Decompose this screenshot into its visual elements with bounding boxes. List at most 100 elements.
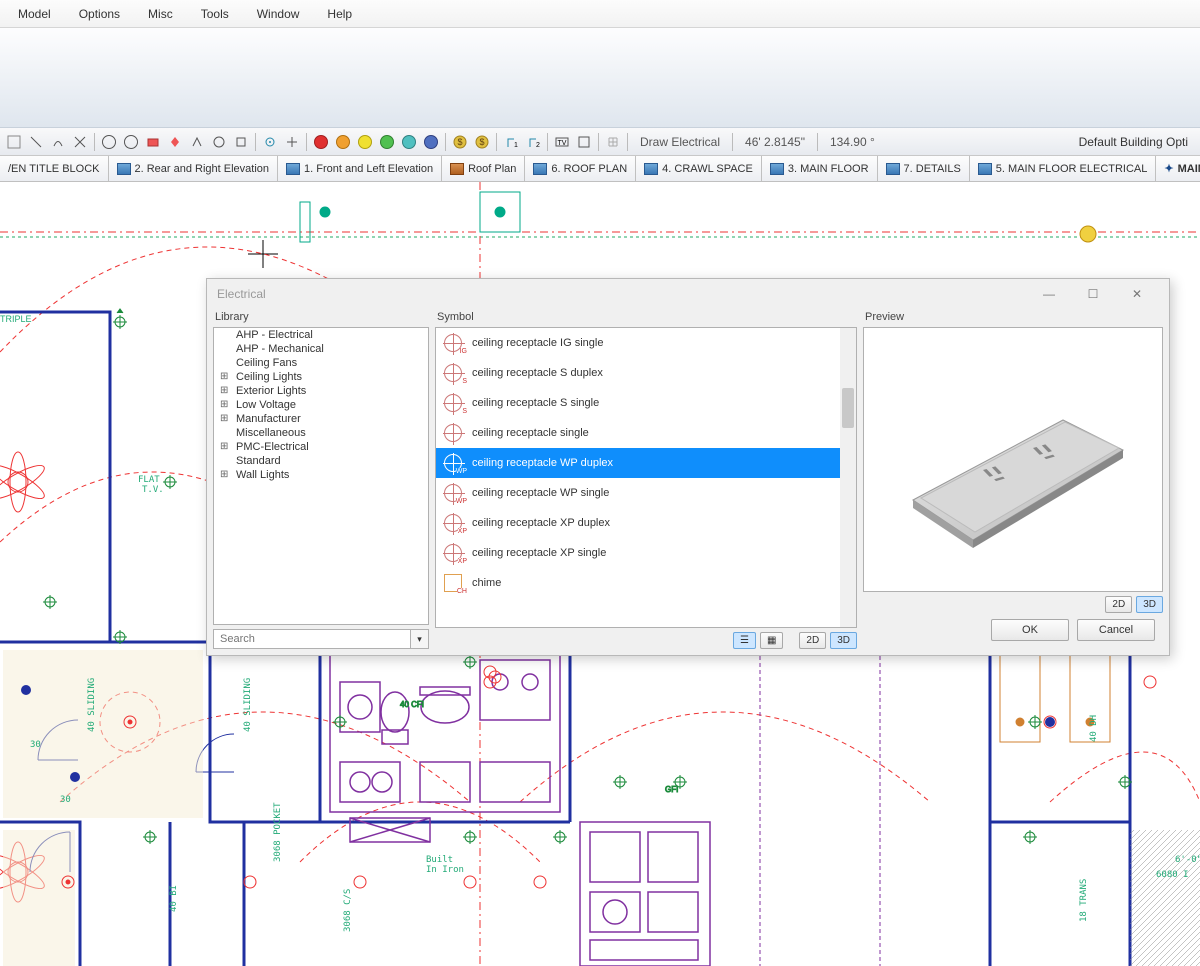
symbol-list[interactable]: IGceiling receptacle IG singleSceiling r…: [435, 327, 857, 628]
search-dropdown-icon[interactable]: ▾: [411, 629, 429, 649]
measurement-1: 46' 2.8145": [737, 135, 813, 149]
symbol-item[interactable]: XPceiling receptacle XP duplex: [436, 508, 856, 538]
menu-bar: Model Options Misc Tools Window Help: [0, 0, 1200, 28]
tool-icon[interactable]: [121, 132, 141, 152]
tab-rear-right-elev[interactable]: 2. Rear and Right Elevation: [109, 156, 279, 181]
tool-icon[interactable]: 2: [523, 132, 543, 152]
symbol-item[interactable]: XPceiling receptacle XP single: [436, 538, 856, 568]
sheet-icon: [117, 163, 131, 175]
close-button[interactable]: ✕: [1115, 280, 1159, 308]
symbol-item[interactable]: WPceiling receptacle WP single: [436, 478, 856, 508]
symbol-item[interactable]: CHchime: [436, 568, 856, 598]
svg-text:$: $: [457, 137, 462, 147]
tool-icon[interactable]: [70, 132, 90, 152]
tool-icon[interactable]: [187, 132, 207, 152]
toolbar: $ $ 1 2 TV Draw Electrical 46' 2.8145" 1…: [0, 128, 1200, 156]
tool-icon[interactable]: [574, 132, 594, 152]
tree-item[interactable]: Exterior Lights: [214, 384, 428, 398]
symbol-item[interactable]: WPceiling receptacle WP duplex: [436, 448, 856, 478]
dialog-title: Electrical: [217, 287, 266, 301]
maximize-button[interactable]: ☐: [1071, 280, 1115, 308]
scroll-thumb[interactable]: [842, 388, 854, 428]
svg-text:Built: Built: [426, 855, 453, 865]
tree-item[interactable]: Low Voltage: [214, 398, 428, 412]
symbol-2d-button[interactable]: 2D: [799, 632, 826, 649]
electrical-dialog: Electrical — ☐ ✕ Library AHP - Electrica…: [206, 278, 1170, 656]
tree-item[interactable]: Miscellaneous: [214, 426, 428, 440]
tool-icon[interactable]: 1: [501, 132, 521, 152]
cost-icon[interactable]: $: [472, 132, 492, 152]
tree-item[interactable]: Wall Lights: [214, 468, 428, 482]
svg-text:TRIPLE: TRIPLE: [0, 314, 32, 324]
tree-item[interactable]: Ceiling Lights: [214, 370, 428, 384]
menu-model[interactable]: Model: [4, 3, 65, 25]
menu-tools[interactable]: Tools: [187, 3, 243, 25]
color-red-icon[interactable]: [311, 132, 331, 152]
symbol-item[interactable]: ceiling receptacle single: [436, 418, 856, 448]
menu-help[interactable]: Help: [313, 3, 366, 25]
dialog-titlebar[interactable]: Electrical — ☐ ✕: [207, 279, 1169, 309]
tab-roof-plan-6[interactable]: 6. ROOF PLAN: [525, 156, 636, 181]
list-view-button[interactable]: ☰: [733, 632, 756, 649]
tool-icon[interactable]: [26, 132, 46, 152]
preview-2d-button[interactable]: 2D: [1105, 596, 1132, 613]
tab-details[interactable]: 7. DETAILS: [878, 156, 970, 181]
svg-text:FLAT: FLAT: [138, 475, 160, 485]
tree-item[interactable]: AHP - Mechanical: [214, 342, 428, 356]
tool-icon[interactable]: [282, 132, 302, 152]
tree-item[interactable]: Ceiling Fans: [214, 356, 428, 370]
menu-misc[interactable]: Misc: [134, 3, 187, 25]
menu-window[interactable]: Window: [243, 3, 314, 25]
symbol-label: ceiling receptacle WP single: [472, 487, 609, 499]
symbol-item[interactable]: Sceiling receptacle S duplex: [436, 358, 856, 388]
tool-icon[interactable]: [165, 132, 185, 152]
symbol-3d-button[interactable]: 3D: [830, 632, 857, 649]
minimize-button[interactable]: —: [1027, 280, 1071, 308]
cost-icon[interactable]: $: [450, 132, 470, 152]
tab-crawl-space[interactable]: 4. CRAWL SPACE: [636, 156, 762, 181]
tree-item[interactable]: AHP - Electrical: [214, 328, 428, 342]
color-yellow-icon[interactable]: [355, 132, 375, 152]
tab-front-left-elev[interactable]: 1. Front and Left Elevation: [278, 156, 442, 181]
preview-viewport[interactable]: [863, 327, 1163, 592]
tab-main-floor-electrical[interactable]: 5. MAIN FLOOR ELECTRICAL: [970, 156, 1157, 181]
building-options-label[interactable]: Default Building Opti: [1071, 135, 1196, 149]
tool-icon[interactable]: [231, 132, 251, 152]
grid-icon[interactable]: [603, 132, 623, 152]
tv-icon[interactable]: TV: [552, 132, 572, 152]
search-input[interactable]: [213, 629, 411, 649]
tree-item[interactable]: PMC-Electrical: [214, 440, 428, 454]
symbol-label: ceiling receptacle S duplex: [472, 367, 603, 379]
svg-text:GFI: GFI: [665, 785, 678, 794]
sheet-icon: [644, 163, 658, 175]
tab-title-block[interactable]: /EN TITLE BLOCK: [0, 156, 109, 181]
color-cyan-icon[interactable]: [399, 132, 419, 152]
preview-3d-button[interactable]: 3D: [1136, 596, 1163, 613]
tab-roof-plan[interactable]: Roof Plan: [442, 156, 525, 181]
cancel-button[interactable]: Cancel: [1077, 619, 1155, 641]
scrollbar[interactable]: [840, 328, 856, 627]
grid-view-button[interactable]: ▦: [760, 632, 783, 649]
tool-icon[interactable]: [143, 132, 163, 152]
ok-button[interactable]: OK: [991, 619, 1069, 641]
svg-text:18 TRANS: 18 TRANS: [1079, 879, 1089, 922]
tree-item[interactable]: Manufacturer: [214, 412, 428, 426]
color-blue-icon[interactable]: [421, 132, 441, 152]
tool-icon[interactable]: [48, 132, 68, 152]
symbol-item[interactable]: IGceiling receptacle IG single: [436, 328, 856, 358]
tab-main-floor[interactable]: ✦MAIN FLOOR: [1156, 156, 1200, 181]
menu-options[interactable]: Options: [65, 3, 134, 25]
sheet-icon: [450, 163, 464, 175]
svg-text:40 SLIDING: 40 SLIDING: [243, 678, 253, 732]
tool-icon[interactable]: [99, 132, 119, 152]
tool-icon[interactable]: [4, 132, 24, 152]
color-green-icon[interactable]: [377, 132, 397, 152]
svg-text:$: $: [479, 137, 484, 147]
tab-main-floor-3[interactable]: 3. MAIN FLOOR: [762, 156, 878, 181]
tool-icon[interactable]: [260, 132, 280, 152]
color-orange-icon[interactable]: [333, 132, 353, 152]
symbol-item[interactable]: Sceiling receptacle S single: [436, 388, 856, 418]
tree-item[interactable]: Standard: [214, 454, 428, 468]
tool-icon[interactable]: [209, 132, 229, 152]
library-tree[interactable]: AHP - ElectricalAHP - MechanicalCeiling …: [213, 327, 429, 625]
